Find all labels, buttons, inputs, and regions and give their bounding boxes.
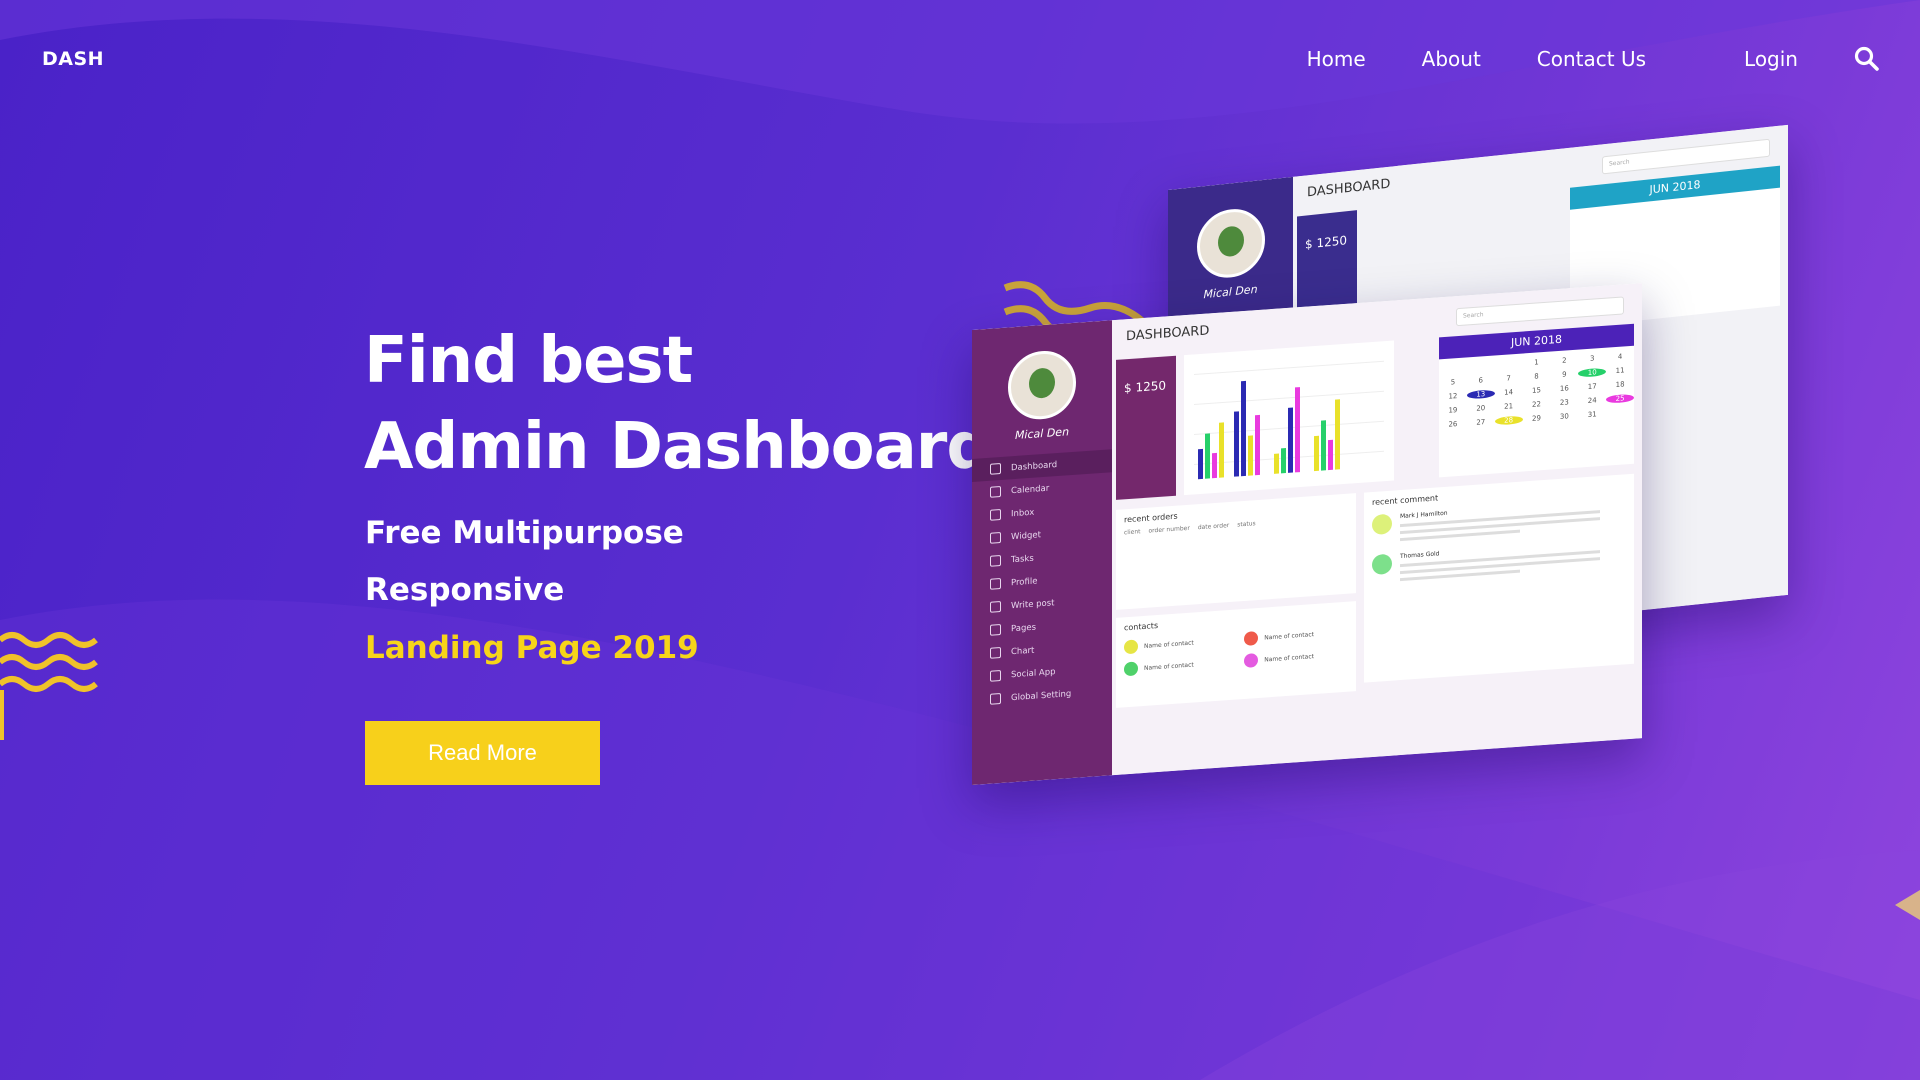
top-nav: Home About Contact Us Login <box>1251 46 1880 72</box>
hero-subtitle-3: Landing Page 2019 <box>365 630 699 666</box>
mockup-calendar-grid: 1 2 3 4 5 6 7 8 9 10 11 12 13 14 15 16 17 18 19 20 21 22 23 24 2… <box>1439 346 1634 436</box>
mockup-calendar-day <box>1467 431 1495 433</box>
mockup-calendar-day: 9 <box>1562 370 1567 379</box>
hero-title-line-1: Find best <box>364 324 693 398</box>
mockup-calendar-day <box>1439 363 1467 373</box>
mockup-menu: Dashboard Calendar Inbox Widget Tasks Pr… <box>972 449 1112 712</box>
mockup-calendar: JUN 2018 1 2 3 4 5 6 7 8 9 10 11 12 13 14 15 16 17 18 19 20… <box>1439 323 1634 478</box>
hero-subtitle-2: Responsive <box>365 572 565 608</box>
mockup-calendar-day: 14 <box>1504 388 1514 397</box>
mockup-calendar-day: 28 <box>1494 415 1523 426</box>
mockup-calendar-day: 12 <box>1448 392 1458 401</box>
nav-login-link[interactable]: Login <box>1744 47 1798 71</box>
mockup-income-card: $ 1250 <box>1116 355 1176 500</box>
mockup-calendar-day: 20 <box>1476 404 1486 413</box>
mockup-calendar-day: 22 <box>1532 400 1541 409</box>
mockup-contact-name: Name of contact <box>1264 630 1314 642</box>
mockup-contacts: contacts Name of contact Name of contact… <box>1116 601 1356 708</box>
mockup-contact-item: Name of contact <box>1244 646 1354 668</box>
mockup-calendar-day: 16 <box>1559 384 1569 393</box>
mockup-calendar-day: 11 <box>1615 366 1625 375</box>
mockup-calendar-day: 2 <box>1562 356 1567 365</box>
nav-contact-link[interactable]: Contact Us <box>1537 47 1646 71</box>
mockup-calendar-day: 10 <box>1578 367 1607 378</box>
mockup-orders-header: order number <box>1148 524 1190 535</box>
mockup-recent-orders: recent orders client order number date o… <box>1116 493 1356 610</box>
mockup-contact-name: Name of contact <box>1264 652 1314 664</box>
mockup-orders-header: client <box>1124 528 1141 537</box>
mockup-calendar-day: 8 <box>1534 372 1539 381</box>
mockup-user-name: Mical Den <box>1014 425 1070 442</box>
brand-logo[interactable]: DASH <box>42 48 104 70</box>
triangle-decoration <box>1895 890 1920 920</box>
mockup-dashboard-title: DASHBOARD <box>1307 176 1391 201</box>
avatar <box>1008 348 1076 422</box>
mockup-calendar-day: 18 <box>1615 380 1625 389</box>
mockup-calendar-day: 15 <box>1532 386 1541 395</box>
mockup-calendar-day: 17 <box>1587 382 1597 391</box>
mockup-calendar-day: 27 <box>1476 418 1486 427</box>
mockup-calendar-day: 6 <box>1478 376 1483 385</box>
mockup-contact-item: Name of contact <box>1244 624 1354 646</box>
mockup-calendar-day <box>1606 408 1634 418</box>
hero-title-line-2: Admin Dashboard <box>364 410 992 484</box>
mockup-income-amount: $ 1250 <box>1124 378 1166 396</box>
mockup-orders-header: status <box>1237 520 1256 529</box>
avatar <box>1372 553 1392 576</box>
mockup-recent-comments: recent comment Mark J Hamilton Thomas Go… <box>1364 473 1634 683</box>
mockup-calendar-day <box>1495 360 1523 370</box>
hero-title: Find best Admin Dashboard <box>364 318 992 490</box>
mockup-calendar-day: 30 <box>1559 412 1569 421</box>
hero-subtitle-1: Free Multipurpose <box>365 515 684 551</box>
mockup-calendar-day: 13 <box>1466 389 1495 400</box>
squiggle-left-decoration <box>0 632 98 740</box>
mockup-calendar-day: 25 <box>1606 393 1634 404</box>
mockup-calendar-day: 26 <box>1448 420 1458 429</box>
mockup-calendar-day: 4 <box>1617 352 1623 361</box>
avatar <box>1372 513 1392 536</box>
mockup-calendar-day <box>1439 433 1467 435</box>
mockup-dashboard-title: DASHBOARD <box>1126 323 1210 345</box>
nav-about-link[interactable]: About <box>1422 47 1481 71</box>
mockup-comment: Thomas Gold <box>1372 537 1626 587</box>
mockup-sidebar: Mical Den Dashboard Calendar Inbox Widge… <box>972 320 1112 785</box>
mockup-contact-name: Name of contact <box>1144 660 1194 672</box>
mockup-calendar-day: 3 <box>1589 354 1595 363</box>
mockup-calendar-day: 24 <box>1587 396 1597 405</box>
mockup-contact-name: Name of contact <box>1144 638 1194 650</box>
dashboard-mockup-front: Mical Den Dashboard Calendar Inbox Widge… <box>972 283 1642 785</box>
mockup-contact-item: Name of contact <box>1124 633 1234 655</box>
mockup-calendar-day <box>1467 361 1495 371</box>
read-more-button[interactable]: Read More <box>365 721 600 785</box>
mockup-income-amount: $ 1250 <box>1305 233 1347 252</box>
mockup-contact-item: Name of contact <box>1124 655 1234 677</box>
mockup-bar-chart <box>1184 340 1394 496</box>
avatar <box>1196 205 1265 282</box>
mockup-bar-chart-graphic <box>1194 360 1384 480</box>
mockup-calendar-day: 7 <box>1506 374 1511 383</box>
mockup-calendar-day: 23 <box>1559 398 1569 407</box>
mockup-user-name: Mical Den <box>1203 282 1258 302</box>
mockup-calendar-day: 31 <box>1587 410 1597 419</box>
mockup-search-input: Search <box>1456 296 1624 327</box>
mockup-calendar-day: 5 <box>1450 378 1456 387</box>
nav-home-link[interactable]: Home <box>1307 47 1366 71</box>
mockup-orders-header: date order <box>1197 522 1230 532</box>
mockup-calendar-day: 29 <box>1532 414 1541 423</box>
mockup-calendar-day: 1 <box>1534 358 1539 367</box>
search-icon[interactable] <box>1854 46 1880 72</box>
mockup-calendar-day: 19 <box>1448 406 1458 415</box>
mockup-calendar-day: 21 <box>1504 402 1514 411</box>
